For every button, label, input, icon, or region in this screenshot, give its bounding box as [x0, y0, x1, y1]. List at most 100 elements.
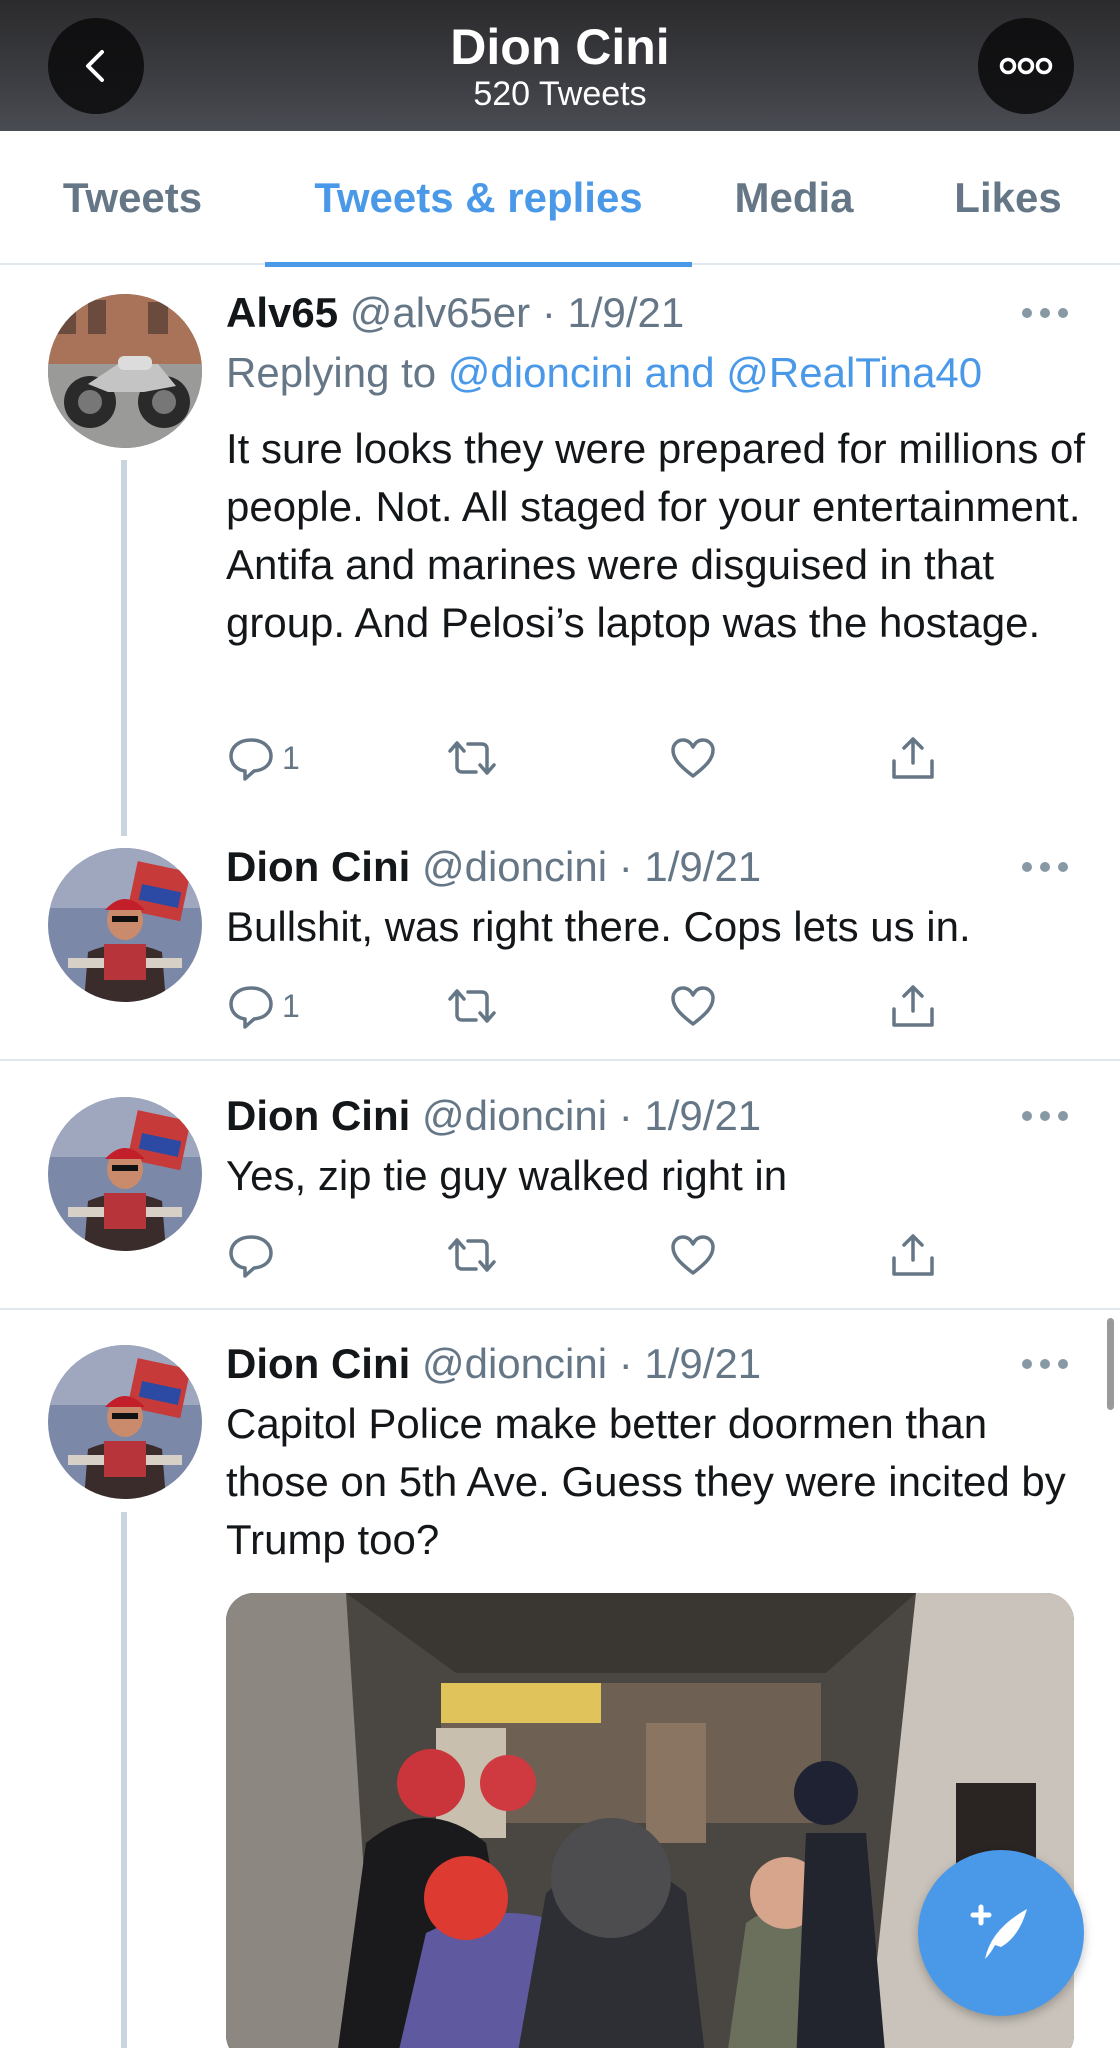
reply-button[interactable]: 1	[226, 728, 300, 788]
separator-dot: ·	[618, 843, 633, 890]
tweet-more-button[interactable]	[1022, 860, 1068, 874]
reply-button[interactable]: 1	[226, 976, 300, 1036]
dot-icon	[1040, 1359, 1050, 1369]
dot-icon	[1040, 1111, 1050, 1121]
avatar-profile-image	[48, 1345, 202, 1499]
reply-button[interactable]	[226, 1225, 282, 1285]
tweet-date: 1/9/21	[644, 843, 762, 890]
tweet-header: Alv65 @alv65er · 1/9/21	[226, 288, 684, 338]
header-tweet-count: 520 Tweets	[473, 75, 647, 113]
heart-icon	[671, 738, 715, 778]
author-handle[interactable]: @dioncini	[422, 843, 607, 890]
reply-icon	[229, 738, 273, 781]
separator-dot: ·	[541, 289, 556, 336]
reply-icon	[229, 1235, 273, 1278]
compose-tweet-icon	[970, 1904, 1027, 1959]
dot-icon	[1058, 308, 1068, 318]
tab-tweets[interactable]: Tweets	[0, 131, 265, 265]
dot-icon	[1058, 1111, 1068, 1121]
reply-count: 1	[282, 987, 300, 1024]
author-handle[interactable]: @alv65er	[350, 289, 530, 336]
replying-to-mentions[interactable]: @dioncini and @RealTina40	[448, 349, 982, 396]
tweet-text: Bullshit, was right there. Cops lets us …	[226, 903, 971, 950]
tweet-more-button[interactable]	[1022, 1357, 1068, 1371]
tab-label: Media	[734, 174, 854, 221]
separator-dot: ·	[618, 1092, 633, 1139]
share-button[interactable]	[888, 728, 938, 788]
dot-icon	[1058, 862, 1068, 872]
retweet-button[interactable]	[444, 976, 500, 1036]
author-handle[interactable]: @dioncini	[422, 1340, 607, 1387]
retweet-icon	[448, 989, 496, 1023]
replying-to: Replying to @dioncini and @RealTina40	[226, 348, 982, 398]
dot-icon	[1022, 1359, 1032, 1369]
replying-to-label: Replying to	[226, 349, 437, 396]
scrollbar[interactable]	[1107, 1318, 1114, 1410]
like-button[interactable]	[668, 1225, 718, 1285]
dot-icon	[1040, 862, 1050, 872]
retweet-icon	[448, 1238, 496, 1272]
tab-media[interactable]: Media	[692, 131, 896, 265]
thread-line	[121, 1512, 127, 2048]
avatar[interactable]	[48, 1345, 202, 1499]
dot-icon	[1022, 862, 1032, 872]
tweet-header: Dion Cini @dioncini · 1/9/21	[226, 1339, 761, 1389]
tweet-actions: 1	[226, 976, 966, 1036]
tab-likes[interactable]: Likes	[896, 131, 1120, 265]
dot-icon	[1040, 308, 1050, 318]
more-icon	[999, 57, 1053, 75]
share-icon	[892, 1234, 934, 1276]
tweet-more-button[interactable]	[1022, 1109, 1068, 1123]
retweet-button[interactable]	[444, 1225, 500, 1285]
compose-tweet-button[interactable]	[918, 1850, 1084, 2016]
tab-tweets-and-replies[interactable]: Tweets & replies	[265, 131, 692, 267]
share-button[interactable]	[888, 1225, 938, 1285]
tweet-actions: 1	[226, 728, 966, 788]
active-tab-indicator	[265, 262, 692, 267]
dot-icon	[1022, 308, 1032, 318]
author-name[interactable]: Alv65	[226, 289, 338, 336]
tab-label: Tweets	[62, 174, 203, 221]
more-button[interactable]	[978, 18, 1074, 114]
retweet-icon	[448, 741, 496, 775]
like-button[interactable]	[668, 728, 718, 788]
tweet-text: Capitol Police make better doormen than …	[226, 1400, 1066, 1563]
share-icon	[892, 985, 934, 1027]
author-name[interactable]: Dion Cini	[226, 1092, 410, 1139]
tweet-divider	[0, 1059, 1120, 1061]
avatar[interactable]	[48, 294, 202, 448]
tweet-actions	[226, 1225, 966, 1285]
tweet-text: Yes, zip tie guy walked right in	[226, 1152, 788, 1199]
avatar[interactable]	[48, 1097, 202, 1251]
header-title: Dion Cini	[450, 19, 670, 75]
reply-count: 1	[282, 739, 300, 776]
tweet-header: Dion Cini @dioncini · 1/9/21	[226, 1091, 761, 1141]
dot-icon	[1022, 1111, 1032, 1121]
heart-icon	[671, 986, 715, 1026]
tweet-text: It sure looks they were prepared for mil…	[226, 425, 1086, 646]
profile-tabs: Tweets Tweets & replies Media Likes	[0, 131, 1120, 267]
thread-line	[121, 460, 127, 836]
profile-header: Dion Cini 520 Tweets	[0, 0, 1120, 131]
author-name[interactable]: Dion Cini	[226, 843, 410, 890]
dot-icon	[1058, 1359, 1068, 1369]
tweet-divider	[0, 1308, 1120, 1310]
tweet-header: Dion Cini @dioncini · 1/9/21	[226, 842, 761, 892]
avatar-motorcycle-image	[48, 294, 202, 448]
tweet-date: 1/9/21	[644, 1092, 762, 1139]
author-handle[interactable]: @dioncini	[422, 1092, 607, 1139]
retweet-button[interactable]	[444, 728, 500, 788]
reply-icon	[229, 986, 273, 1029]
author-name[interactable]: Dion Cini	[226, 1340, 410, 1387]
separator-dot: ·	[618, 1340, 633, 1387]
tweet-date: 1/9/21	[567, 289, 685, 336]
tab-label: Tweets & replies	[314, 174, 643, 221]
like-button[interactable]	[668, 976, 718, 1036]
tweet-more-button[interactable]	[1022, 306, 1068, 320]
avatar[interactable]	[48, 848, 202, 1002]
tweet-date: 1/9/21	[644, 1340, 762, 1387]
share-button[interactable]	[888, 976, 938, 1036]
share-icon	[892, 737, 934, 779]
tab-label: Likes	[954, 174, 1062, 221]
avatar-profile-image	[48, 848, 202, 1002]
